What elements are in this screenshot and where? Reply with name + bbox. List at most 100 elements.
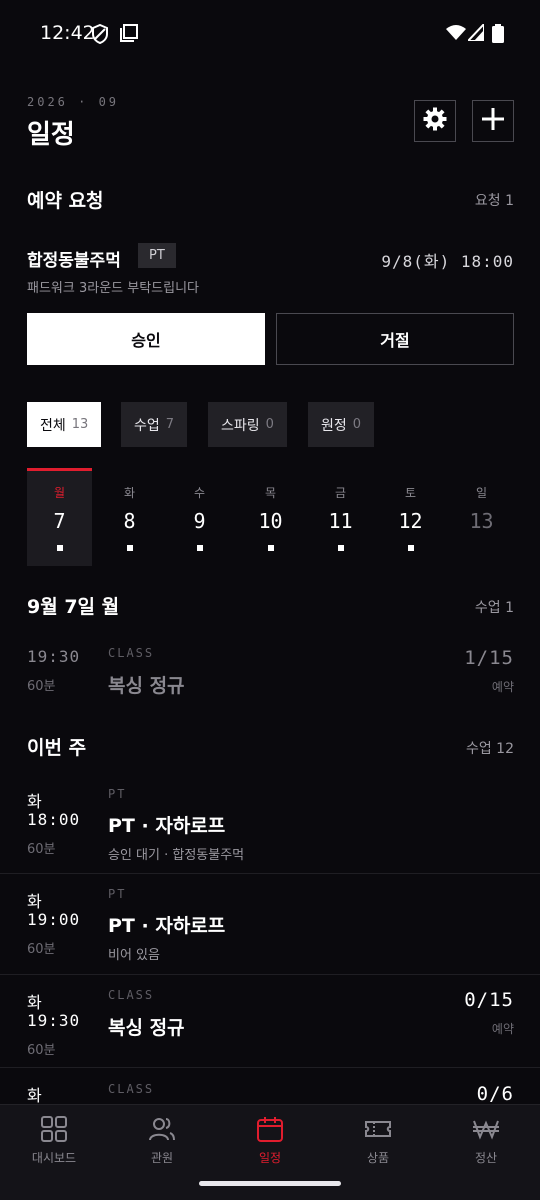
day-date: 9 xyxy=(193,509,206,533)
session-day: 화 xyxy=(27,1086,43,1105)
status-bar: 12:42 xyxy=(0,0,540,70)
copy-icon xyxy=(120,24,138,46)
day-date: 8 xyxy=(123,509,136,533)
approve-button[interactable]: 승인 xyxy=(27,313,265,365)
session-title: 복싱 정규 xyxy=(108,1017,185,1039)
nav-label: 대시보드 xyxy=(31,1151,77,1165)
home-indicator[interactable] xyxy=(199,1181,341,1186)
nav-label: 관원 xyxy=(150,1151,174,1165)
users-icon xyxy=(108,1115,216,1143)
battery-icon xyxy=(492,24,504,47)
plus-icon xyxy=(481,107,505,135)
day-thu[interactable]: 목 10 xyxy=(238,468,303,566)
nav-label: 일정 xyxy=(258,1151,282,1165)
session-type: CLASS xyxy=(108,646,155,660)
requests-count: 요청 1 xyxy=(474,193,514,209)
shield-icon xyxy=(92,23,108,48)
day-fri[interactable]: 금 11 xyxy=(308,468,373,566)
session-day: 화 xyxy=(27,792,43,811)
day-sun[interactable]: 일 13 xyxy=(449,468,514,566)
session-duration: 60분 xyxy=(27,942,56,957)
divider xyxy=(0,873,540,874)
divider xyxy=(0,1067,540,1068)
add-button[interactable] xyxy=(472,100,514,142)
day-name: 목 xyxy=(264,486,277,500)
day-name: 월 xyxy=(53,486,66,500)
request-member-name: 합정동불주먹 xyxy=(27,251,121,271)
request-datetime: 9/8(화) 18:00 xyxy=(381,252,514,271)
day-date: 7 xyxy=(53,509,66,533)
requests-title: 예약 요청 xyxy=(27,190,104,212)
event-dot xyxy=(267,545,274,551)
grid-icon xyxy=(0,1115,108,1143)
session-title: PT · 자하로프 xyxy=(108,915,226,937)
session-type: CLASS xyxy=(108,988,155,1002)
divider xyxy=(0,974,540,975)
filter-chip-away[interactable]: 원정 0 xyxy=(308,402,375,447)
session-capacity: 0/15 xyxy=(464,989,514,1011)
day-date: 13 xyxy=(469,509,494,533)
session-capacity: 1/15 xyxy=(464,647,514,669)
filter-chip-class[interactable]: 수업 7 xyxy=(121,402,188,447)
nav-products[interactable]: 상품 xyxy=(324,1115,432,1166)
calendar-icon xyxy=(216,1115,324,1143)
chip-label: 스파링 xyxy=(221,417,260,434)
session-day: 화 xyxy=(27,993,43,1012)
request-type-badge: PT xyxy=(138,243,176,268)
event-dot xyxy=(407,545,414,551)
session-duration: 60분 xyxy=(27,679,56,694)
gear-icon xyxy=(423,107,447,135)
session-time: 19:00 xyxy=(27,910,81,929)
chip-count: 13 xyxy=(71,417,89,432)
chip-count: 7 xyxy=(165,417,175,432)
nav-schedule[interactable]: 일정 xyxy=(216,1115,324,1166)
day-name: 수 xyxy=(193,486,206,500)
day-name: 토 xyxy=(404,486,417,500)
day-name: 화 xyxy=(123,486,136,500)
status-time: 12:42 xyxy=(40,22,95,44)
session-duration: 60분 xyxy=(27,842,56,857)
session-day: 화 xyxy=(27,892,43,911)
today-count: 수업 1 xyxy=(474,600,514,616)
session-subtitle: 승인 대기 · 합정동불주먹 xyxy=(108,848,245,863)
day-date: 12 xyxy=(398,509,423,533)
event-dot xyxy=(337,545,344,551)
page-title: 일정 xyxy=(27,120,75,150)
day-name: 일 xyxy=(475,486,488,500)
session-capacity-label: 예약 xyxy=(491,1022,514,1036)
nav-dashboard[interactable]: 대시보드 xyxy=(0,1115,108,1166)
session-time: 19:30 xyxy=(27,647,81,666)
session-capacity-label: 예약 xyxy=(491,680,514,694)
filter-chip-sparring[interactable]: 스파링 0 xyxy=(208,402,287,447)
nav-members[interactable]: 관원 xyxy=(108,1115,216,1166)
ticket-icon xyxy=(324,1115,432,1143)
chip-label: 수업 xyxy=(134,417,160,434)
won-icon xyxy=(432,1115,540,1143)
nav-label: 상품 xyxy=(366,1151,390,1165)
today-title: 9월 7일 월 xyxy=(27,596,120,618)
chip-label: 전체 xyxy=(40,417,66,434)
reject-button[interactable]: 거절 xyxy=(276,313,514,365)
filter-chip-all[interactable]: 전체 13 xyxy=(27,402,102,447)
settings-button[interactable] xyxy=(414,100,456,142)
day-wed[interactable]: 수 9 xyxy=(167,468,232,566)
session-time: 18:00 xyxy=(27,810,81,829)
day-date: 11 xyxy=(328,509,353,533)
request-message: 패드워크 3라운드 부탁드립니다 xyxy=(27,281,200,296)
nav-label: 정산 xyxy=(474,1151,498,1165)
chip-count: 0 xyxy=(265,417,274,432)
chip-count: 0 xyxy=(352,417,362,432)
session-type: CLASS xyxy=(108,1082,155,1096)
session-capacity: 0/6 xyxy=(476,1083,514,1105)
session-time: 19:30 xyxy=(27,1011,81,1030)
wifi-icon xyxy=(446,24,466,44)
session-type: PT xyxy=(108,787,127,801)
event-dot xyxy=(196,545,203,551)
week-count: 수업 12 xyxy=(465,741,514,757)
day-tue[interactable]: 화 8 xyxy=(97,468,162,566)
session-title: 복싱 정규 xyxy=(108,675,185,697)
day-mon[interactable]: 월 7 xyxy=(27,468,92,566)
session-type: PT xyxy=(108,887,127,901)
nav-settlement[interactable]: 정산 xyxy=(432,1115,540,1166)
day-sat[interactable]: 토 12 xyxy=(378,468,443,566)
